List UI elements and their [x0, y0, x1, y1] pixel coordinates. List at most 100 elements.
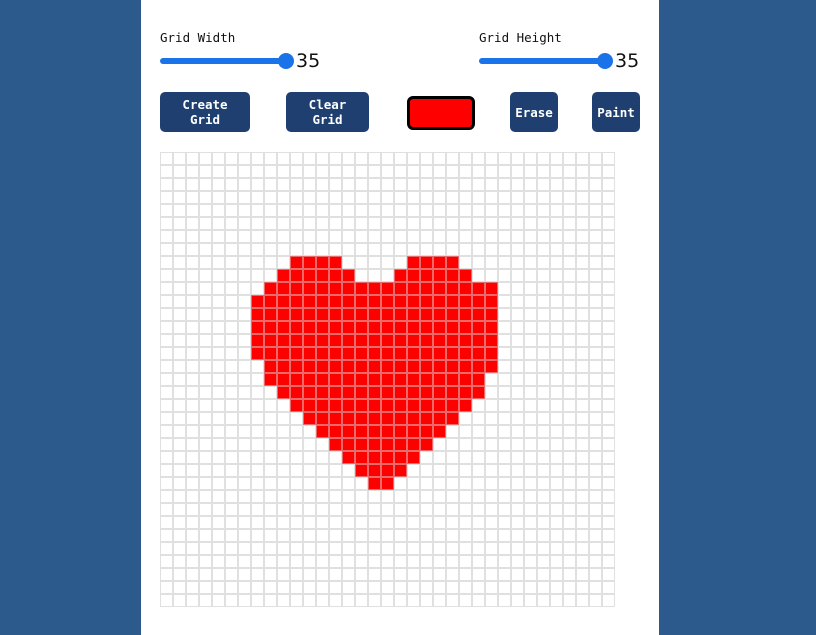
- grid-cell[interactable]: [446, 334, 459, 347]
- grid-cell[interactable]: [433, 269, 446, 282]
- grid-cell[interactable]: [433, 308, 446, 321]
- grid-cell[interactable]: [433, 152, 446, 165]
- grid-cell[interactable]: [173, 399, 186, 412]
- grid-cell[interactable]: [342, 204, 355, 217]
- grid-cell[interactable]: [433, 555, 446, 568]
- grid-cell[interactable]: [576, 594, 589, 607]
- grid-cell[interactable]: [602, 399, 615, 412]
- grid-cell[interactable]: [355, 269, 368, 282]
- grid-cell[interactable]: [550, 555, 563, 568]
- grid-cell[interactable]: [576, 282, 589, 295]
- grid-cell[interactable]: [368, 256, 381, 269]
- grid-cell[interactable]: [485, 594, 498, 607]
- grid-cell[interactable]: [186, 529, 199, 542]
- grid-cell[interactable]: [446, 451, 459, 464]
- grid-cell[interactable]: [576, 191, 589, 204]
- grid-cell[interactable]: [537, 230, 550, 243]
- grid-cell[interactable]: [407, 230, 420, 243]
- grid-cell[interactable]: [342, 399, 355, 412]
- grid-cell[interactable]: [563, 399, 576, 412]
- grid-cell[interactable]: [446, 308, 459, 321]
- grid-cell[interactable]: [550, 230, 563, 243]
- grid-cell[interactable]: [433, 347, 446, 360]
- grid-cell[interactable]: [316, 516, 329, 529]
- grid-cell[interactable]: [589, 373, 602, 386]
- grid-cell[interactable]: [316, 425, 329, 438]
- grid-cell[interactable]: [212, 490, 225, 503]
- grid-cell[interactable]: [602, 412, 615, 425]
- grid-cell[interactable]: [459, 529, 472, 542]
- grid-cell[interactable]: [238, 282, 251, 295]
- grid-cell[interactable]: [550, 204, 563, 217]
- grid-cell[interactable]: [563, 217, 576, 230]
- grid-cell[interactable]: [238, 542, 251, 555]
- grid-cell[interactable]: [498, 191, 511, 204]
- grid-cell[interactable]: [433, 542, 446, 555]
- grid-cell[interactable]: [342, 321, 355, 334]
- grid-cell[interactable]: [602, 373, 615, 386]
- grid-cell[interactable]: [511, 347, 524, 360]
- grid-cell[interactable]: [537, 295, 550, 308]
- grid-cell[interactable]: [511, 334, 524, 347]
- grid-cell[interactable]: [576, 438, 589, 451]
- grid-cell[interactable]: [303, 178, 316, 191]
- grid-cell[interactable]: [173, 204, 186, 217]
- grid-cell[interactable]: [420, 230, 433, 243]
- grid-cell[interactable]: [576, 308, 589, 321]
- grid-cell[interactable]: [563, 464, 576, 477]
- grid-cell[interactable]: [550, 412, 563, 425]
- grid-cell[interactable]: [433, 464, 446, 477]
- grid-cell[interactable]: [498, 490, 511, 503]
- grid-cell[interactable]: [173, 178, 186, 191]
- grid-cell[interactable]: [290, 581, 303, 594]
- grid-cell[interactable]: [407, 503, 420, 516]
- grid-cell[interactable]: [563, 581, 576, 594]
- grid-cell[interactable]: [277, 269, 290, 282]
- grid-cell[interactable]: [576, 256, 589, 269]
- grid-cell[interactable]: [368, 568, 381, 581]
- grid-cell[interactable]: [355, 477, 368, 490]
- grid-cell[interactable]: [498, 295, 511, 308]
- grid-cell[interactable]: [576, 386, 589, 399]
- grid-cell[interactable]: [420, 412, 433, 425]
- grid-cell[interactable]: [238, 243, 251, 256]
- grid-cell[interactable]: [524, 152, 537, 165]
- grid-cell[interactable]: [277, 568, 290, 581]
- grid-cell[interactable]: [238, 529, 251, 542]
- grid-cell[interactable]: [589, 386, 602, 399]
- grid-cell[interactable]: [251, 360, 264, 373]
- grid-cell[interactable]: [160, 217, 173, 230]
- grid-cell[interactable]: [342, 230, 355, 243]
- grid-cell[interactable]: [290, 360, 303, 373]
- grid-cell[interactable]: [251, 477, 264, 490]
- grid-cell[interactable]: [511, 594, 524, 607]
- grid-cell[interactable]: [446, 178, 459, 191]
- grid-cell[interactable]: [589, 230, 602, 243]
- grid-cell[interactable]: [485, 256, 498, 269]
- grid-cell[interactable]: [368, 308, 381, 321]
- grid-cell[interactable]: [342, 334, 355, 347]
- grid-cell[interactable]: [420, 529, 433, 542]
- grid-cell[interactable]: [329, 555, 342, 568]
- grid-cell[interactable]: [446, 555, 459, 568]
- grid-cell[interactable]: [277, 477, 290, 490]
- grid-cell[interactable]: [316, 308, 329, 321]
- grid-cell[interactable]: [550, 152, 563, 165]
- grid-cell[interactable]: [524, 464, 537, 477]
- grid-cell[interactable]: [355, 191, 368, 204]
- grid-cell[interactable]: [316, 360, 329, 373]
- grid-cell[interactable]: [199, 191, 212, 204]
- grid-cell[interactable]: [212, 347, 225, 360]
- grid-cell[interactable]: [381, 386, 394, 399]
- grid-cell[interactable]: [225, 399, 238, 412]
- grid-cell[interactable]: [160, 399, 173, 412]
- grid-cell[interactable]: [173, 438, 186, 451]
- grid-cell[interactable]: [589, 451, 602, 464]
- grid-cell[interactable]: [199, 269, 212, 282]
- grid-cell[interactable]: [381, 360, 394, 373]
- grid-cell[interactable]: [316, 165, 329, 178]
- grid-cell[interactable]: [303, 204, 316, 217]
- grid-cell[interactable]: [511, 269, 524, 282]
- grid-cell[interactable]: [303, 542, 316, 555]
- grid-cell[interactable]: [589, 503, 602, 516]
